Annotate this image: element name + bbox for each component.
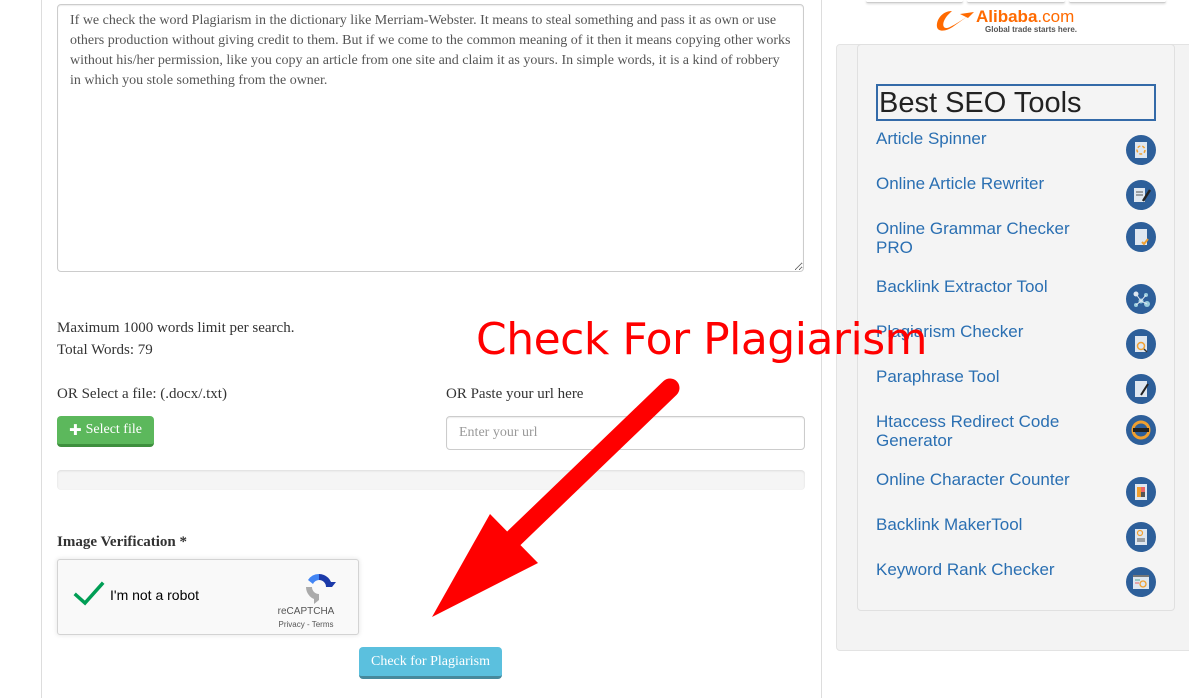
link-doc-icon[interactable] (1126, 522, 1156, 552)
total-words-count: Total Words: 79 (57, 342, 153, 358)
doc-pencil-icon[interactable] (1126, 374, 1156, 404)
browser-search-icon[interactable] (1126, 567, 1156, 597)
seo-tool-link[interactable]: Htaccess Redirect Code Generator (876, 412, 1086, 450)
recaptcha-widget[interactable]: I'm not a robot reCAPTCHA Privacy - Term… (57, 559, 359, 635)
progress-bar (57, 470, 805, 490)
seo-tool-item: Backlink Extractor Tool (876, 277, 1156, 314)
spinner-doc-icon[interactable] (1126, 135, 1156, 165)
seo-tool-item: Online Character Counter (876, 470, 1156, 507)
seo-tool-item: Online Grammar Checker PRO (876, 219, 1156, 257)
recaptcha-brand: reCAPTCHA (277, 606, 335, 617)
seo-tool-item: Article Spinner (876, 129, 1156, 165)
select-file-label: Select file (85, 422, 142, 437)
seo-tool-item: Htaccess Redirect Code Generator (876, 412, 1156, 450)
seo-tool-link[interactable]: Backlink Extractor Tool (876, 277, 1086, 296)
doc-magnifier-icon[interactable] (1126, 329, 1156, 359)
seo-tool-link[interactable]: Plagiarism Checker (876, 322, 1086, 341)
select-file-button[interactable]: ✚ Select file (57, 416, 154, 447)
recaptcha-logo-icon (306, 573, 336, 604)
ad-tab-strip (866, 0, 1166, 3)
htaccess-redirect-icon[interactable] (1126, 415, 1156, 445)
alibaba-ad-banner[interactable]: Alibaba.com Global trade starts here. (866, 0, 1166, 43)
seo-tool-link[interactable]: Backlink MakerTool (876, 515, 1086, 534)
calculator-icon[interactable] (1126, 477, 1156, 507)
alibaba-tagline: Global trade starts here. (985, 24, 1078, 34)
checkmark-icon[interactable] (73, 580, 105, 608)
check-plagiarism-button[interactable]: Check for Plagiarism (359, 647, 502, 679)
alibaba-smile-icon (936, 11, 974, 31)
seo-tool-item: Paraphrase Tool (876, 367, 1156, 404)
seo-tool-link[interactable]: Online Grammar Checker PRO (876, 219, 1086, 257)
word-limit-note: Maximum 1000 words limit per search. (57, 320, 295, 336)
seo-tool-item: Keyword Rank Checker (876, 560, 1156, 597)
seo-tools-title: Best SEO Tools (876, 84, 1156, 121)
alibaba-brand: Alibaba (976, 6, 1038, 26)
alibaba-logo: Alibaba.com Global trade starts here. (934, 8, 1077, 34)
recaptcha-privacy-terms-link[interactable]: Privacy - Terms (266, 620, 346, 629)
text-input-area[interactable]: If we check the word Plagiarism in the d… (57, 4, 804, 272)
plus-icon: ✚ (69, 421, 82, 439)
seo-tool-item: Online Article Rewriter (876, 174, 1156, 210)
alibaba-domain: .com (1037, 6, 1075, 26)
url-input[interactable] (446, 416, 805, 450)
network-icon[interactable] (1126, 284, 1156, 314)
captcha-label: I'm not a robot (110, 587, 200, 603)
seo-tool-link[interactable]: Keyword Rank Checker (876, 560, 1086, 579)
doc-check-icon[interactable] (1126, 222, 1156, 252)
seo-tool-link[interactable]: Online Character Counter (876, 470, 1086, 489)
seo-tool-link[interactable]: Paraphrase Tool (876, 367, 1086, 386)
seo-tool-item: Plagiarism Checker (876, 322, 1156, 359)
image-verification-label: Image Verification * (57, 534, 187, 550)
seo-tool-item: Backlink MakerTool (876, 515, 1156, 552)
seo-tool-link[interactable]: Online Article Rewriter (876, 174, 1086, 193)
file-select-label: OR Select a file: (.docx/.txt) (57, 386, 227, 402)
seo-tool-link[interactable]: Article Spinner (876, 129, 1086, 148)
scroll-pen-icon[interactable] (1126, 180, 1156, 210)
url-label: OR Paste your url here (446, 386, 584, 402)
